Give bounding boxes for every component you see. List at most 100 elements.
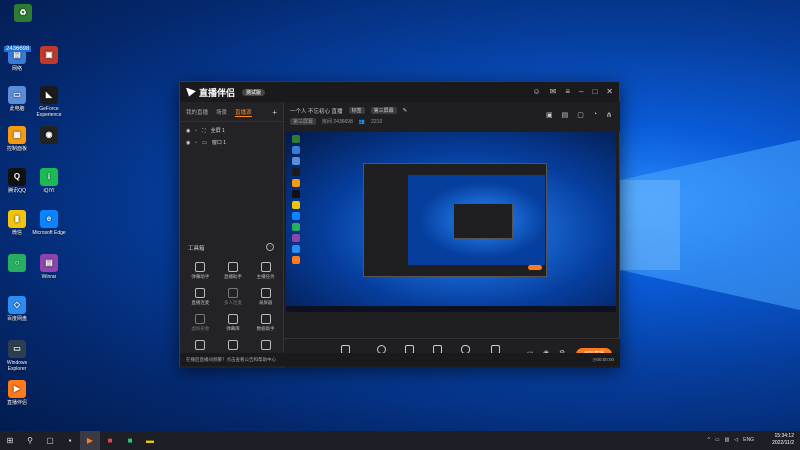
green-app-icon[interactable]: ■ bbox=[120, 431, 140, 450]
desktop-icon[interactable]: Q 腾讯QQ bbox=[0, 168, 34, 194]
app-icon: e bbox=[40, 210, 58, 228]
language-indicator[interactable]: ENG bbox=[743, 437, 754, 443]
maximize-icon[interactable]: □ bbox=[592, 87, 597, 96]
app-icon: ○ bbox=[8, 254, 26, 272]
desktop-icon[interactable]: ◉ bbox=[32, 126, 66, 146]
chevron-up-icon[interactable]: ^ bbox=[707, 437, 709, 443]
desktop-icon[interactable]: ▦ 控制面板 bbox=[0, 126, 34, 152]
fullscreen-icon: ⛶ bbox=[202, 127, 206, 134]
clock[interactable]: 15:34:12 2022/11/2 bbox=[772, 433, 794, 447]
stream-preview[interactable] bbox=[286, 132, 616, 312]
tool-item[interactable]: 数据助手 bbox=[249, 314, 282, 332]
tool-item[interactable]: 虚拟形象 bbox=[184, 314, 217, 332]
tab-source[interactable]: 直播源 bbox=[235, 108, 252, 117]
desktop-icon-label: GeForce Experience bbox=[36, 106, 62, 118]
lock-icon[interactable]: ▢ bbox=[577, 111, 584, 119]
nested-preview-screen bbox=[408, 175, 545, 265]
tool-icon bbox=[227, 340, 238, 350]
search-icon[interactable]: ⚲ bbox=[20, 431, 40, 450]
desktop-icon[interactable]: i iQIYI bbox=[32, 168, 66, 194]
red-app-icon[interactable]: ■ bbox=[100, 431, 120, 450]
app-icon: ▣ bbox=[40, 46, 58, 64]
lock-icon[interactable]: ▫ bbox=[195, 128, 197, 134]
share-icon[interactable]: ⋔ bbox=[606, 111, 612, 119]
tool-item[interactable]: 多人连麦 bbox=[217, 288, 250, 306]
desktop-icon[interactable]: ▣ bbox=[32, 46, 66, 66]
desktop-icon[interactable]: ▭ 此电脑 bbox=[0, 86, 34, 112]
desktop-icon[interactable]: ▶ 直播伴侣 bbox=[0, 380, 34, 406]
app-icon: ▦ bbox=[8, 126, 26, 144]
version-badge: 测试版 bbox=[242, 88, 266, 96]
tool-label: 弹幕库 bbox=[226, 326, 240, 331]
close-icon[interactable]: ✕ bbox=[606, 87, 613, 96]
share-box-icon[interactable]: ▣ bbox=[546, 111, 553, 119]
tool-item[interactable]: 主播任务 bbox=[249, 262, 282, 280]
folder-icon[interactable]: ▬ bbox=[140, 431, 160, 450]
mail-icon[interactable]: ✉ bbox=[550, 87, 557, 96]
tool-icon bbox=[260, 288, 271, 298]
eye-icon[interactable]: ◉ bbox=[186, 140, 190, 146]
tool-item[interactable] bbox=[184, 340, 217, 352]
tab-scene[interactable]: 场景 bbox=[216, 108, 227, 117]
tag-pill[interactable]: 标签 bbox=[348, 107, 365, 114]
app-title: 直播伴侣 bbox=[199, 87, 236, 98]
add-source-button[interactable]: + bbox=[272, 108, 277, 117]
app-icon: Q bbox=[8, 168, 26, 186]
app-icon: ◇ bbox=[8, 296, 26, 314]
preview-desktop-icons bbox=[289, 132, 307, 267]
desktop-icon-label: 百度网盘 bbox=[6, 316, 27, 322]
tool-item[interactable] bbox=[217, 340, 250, 352]
tool-icon bbox=[227, 262, 238, 272]
app-icon: ▤ bbox=[40, 254, 58, 272]
nested-preview-window bbox=[363, 163, 547, 277]
desktop-icon-label: 腾讯QQ bbox=[8, 188, 26, 194]
tool-item[interactable]: 直播助手 bbox=[217, 262, 250, 280]
tool-label: 主播任务 bbox=[256, 274, 275, 279]
volume-icon[interactable]: ◁ bbox=[734, 437, 738, 443]
tool-icon bbox=[227, 288, 238, 298]
tool-item[interactable] bbox=[249, 340, 282, 352]
tab-my-live[interactable]: 我的直播 bbox=[186, 108, 208, 117]
live-companion-task-icon[interactable]: ▶ bbox=[80, 431, 100, 450]
scene-item[interactable]: ◉ ▫ ▭ 窗口 1 bbox=[180, 134, 283, 147]
desktop-icon[interactable]: e Microsoft Edge bbox=[32, 210, 66, 236]
tool-item[interactable]: 弹幕库 bbox=[217, 314, 250, 332]
start-icon[interactable]: ⊞ bbox=[0, 431, 20, 450]
tool-label: 弹幕助手 bbox=[191, 274, 210, 279]
tool-item[interactable]: 录屏器 bbox=[249, 288, 282, 306]
avatar-icon[interactable]: ☺ bbox=[532, 87, 540, 96]
tool-item[interactable]: 直播连麦 bbox=[184, 288, 217, 306]
menu-icon[interactable]: ≡ bbox=[565, 87, 570, 96]
stream-title[interactable]: 一个人 不忘初心 直播 bbox=[290, 107, 343, 115]
edit-icon[interactable]: ✎ bbox=[403, 108, 408, 114]
app-icon: ▭ bbox=[8, 340, 26, 358]
scene-item[interactable]: ◉ ▫ ⛶ 全屏 1 bbox=[180, 122, 283, 135]
desktop-icon[interactable]: ▤ Winrar bbox=[32, 254, 66, 280]
desktop-icon[interactable]: ◣ GeForce Experience bbox=[32, 86, 66, 118]
tool-icon bbox=[260, 314, 271, 324]
desktop-icon[interactable]: ○ bbox=[0, 254, 34, 274]
tool-label: 数据助手 bbox=[256, 326, 275, 331]
tool-item[interactable]: 弹幕助手 bbox=[184, 262, 217, 280]
lock-icon[interactable]: ▫ bbox=[195, 140, 197, 146]
minimize-icon[interactable]: – bbox=[579, 87, 583, 96]
bell-icon[interactable]: ◔ bbox=[593, 111, 597, 119]
app-icon: ◣ bbox=[40, 86, 58, 104]
app-icon: i bbox=[40, 168, 58, 186]
status-text[interactable]: 在播后直播间频繁？点击查看公告和帮助中心 bbox=[186, 357, 276, 363]
desktop-icon-label: Microsoft Edge bbox=[32, 230, 66, 236]
desktop-icon[interactable]: ♻ bbox=[6, 4, 40, 24]
battery-icon[interactable]: ▭ bbox=[715, 437, 720, 443]
more-tools-icon[interactable]: ⋯ bbox=[266, 243, 274, 251]
category-pill[interactable]: 第三屏幕 bbox=[370, 107, 397, 114]
desktop-icon[interactable]: ▭ Windows Explorer bbox=[0, 340, 34, 372]
gift-icon[interactable]: ▤ bbox=[562, 111, 569, 119]
app-dark-icon[interactable]: ▪ bbox=[60, 431, 80, 450]
network-icon[interactable]: ▥ bbox=[725, 437, 730, 443]
task-view-icon[interactable]: ▢ bbox=[40, 431, 60, 450]
desktop-icon-label: 控制面板 bbox=[6, 146, 27, 152]
viewer-icon: 👥 bbox=[358, 118, 366, 125]
desktop-icon[interactable]: ◇ 百度网盘 bbox=[0, 296, 34, 322]
eye-icon[interactable]: ◉ bbox=[186, 128, 190, 134]
desktop-icon[interactable]: ▮ 微信 bbox=[0, 210, 34, 236]
